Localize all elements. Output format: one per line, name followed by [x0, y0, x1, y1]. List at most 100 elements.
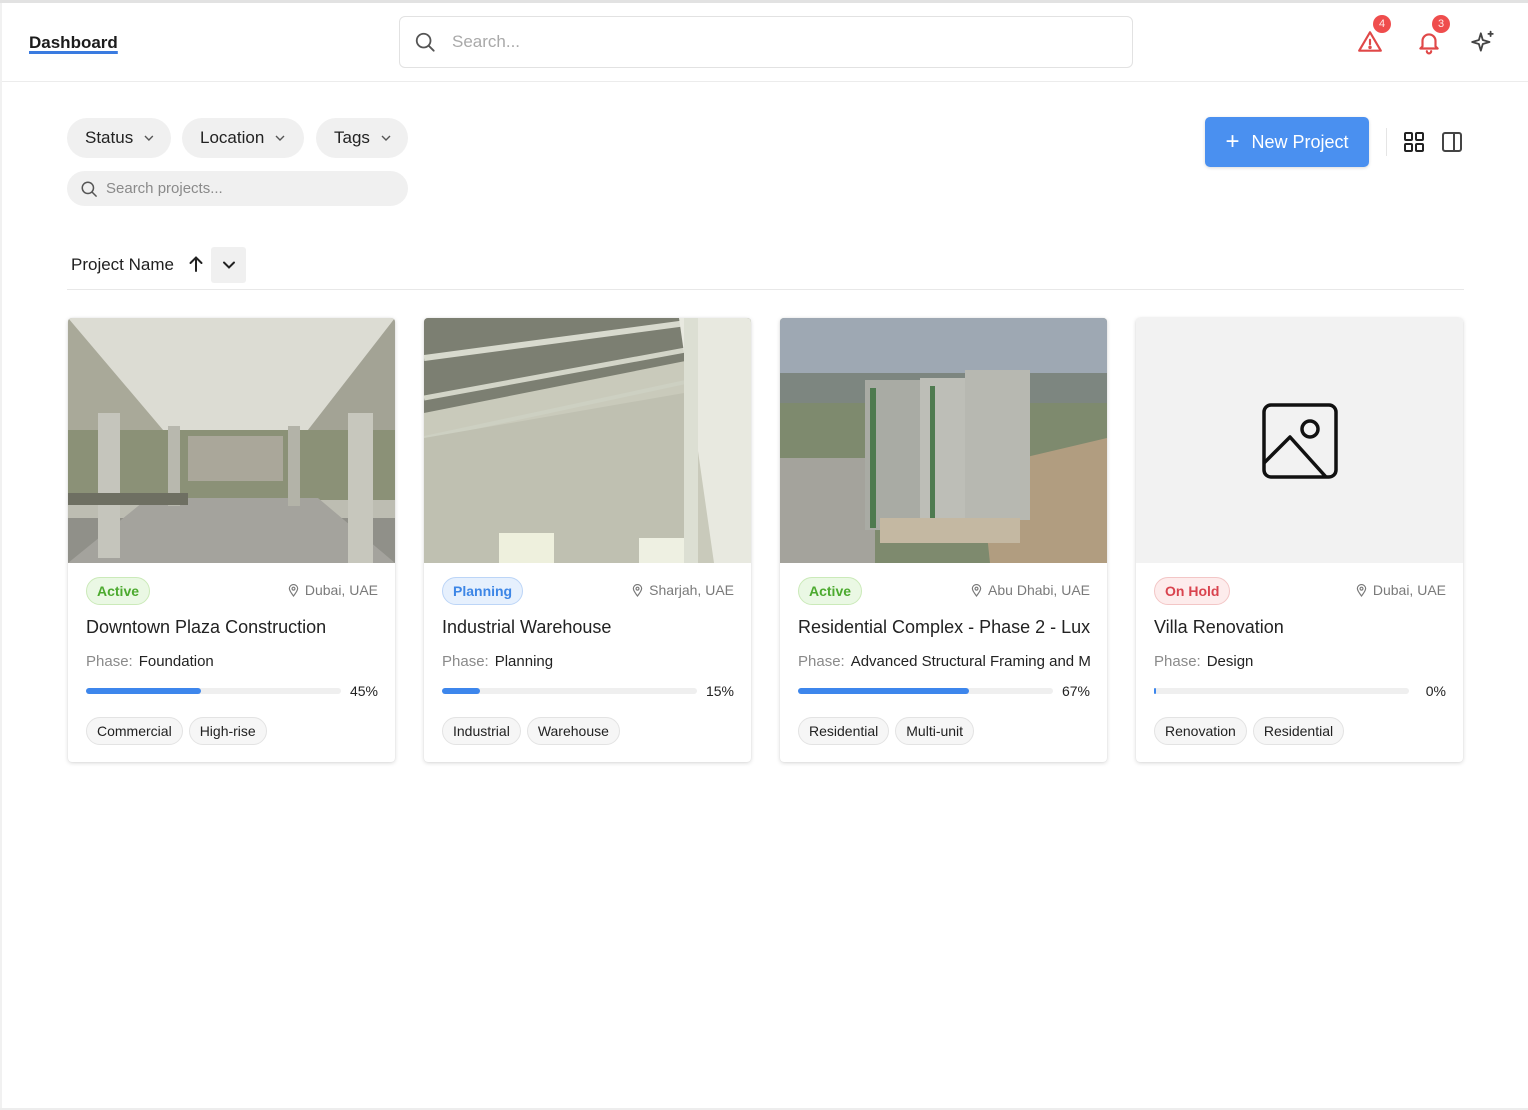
location-text: Dubai, UAE	[304, 582, 378, 598]
notifications-badge: 3	[1432, 15, 1450, 33]
status-badge: Active	[86, 577, 151, 605]
chevron-down-icon	[144, 135, 154, 141]
location-text: Sharjah, UAE	[649, 582, 734, 598]
project-phase: Phase: Foundation	[86, 653, 378, 670]
map-pin-icon	[288, 583, 299, 597]
map-pin-icon	[1356, 583, 1367, 597]
status-badge: On Hold	[1154, 577, 1231, 605]
bell-icon	[1419, 33, 1439, 55]
progress-bar	[442, 688, 697, 694]
phase-label: Phase:	[86, 653, 133, 670]
warning-icon	[1358, 31, 1382, 52]
tags-filter-label: Tags	[334, 128, 370, 147]
sort-field-label[interactable]: Project Name	[71, 255, 174, 275]
phase-value: Planning	[494, 653, 554, 670]
tag[interactable]: High-rise	[188, 717, 267, 745]
toolbar-divider	[1386, 128, 1387, 156]
progress-fill	[1154, 688, 1156, 694]
progress-percent: 0%	[1425, 683, 1446, 699]
tag[interactable]: Industrial	[442, 717, 521, 745]
global-search[interactable]	[399, 16, 1133, 68]
progress-percent: 15%	[705, 683, 734, 699]
tag[interactable]: Renovation	[1154, 717, 1247, 745]
project-phase: Phase: Advanced Structural Framing and ME…	[798, 653, 1090, 670]
progress-bar	[798, 688, 1053, 694]
chevron-down-icon	[381, 135, 391, 141]
location-text: Abu Dhabi, UAE	[988, 582, 1090, 598]
sort-divider	[67, 289, 1464, 290]
search-icon	[81, 181, 97, 197]
project-location: Dubai, UAE	[1356, 582, 1446, 598]
top-header: Dashboard 4 3	[2, 3, 1528, 82]
project-card[interactable]: Active Abu Dhabi, UAE Residential Comple…	[780, 318, 1107, 762]
status-filter-label: Status	[85, 128, 134, 147]
map-pin-icon	[971, 583, 982, 597]
tag[interactable]: Commercial	[86, 717, 183, 745]
split-panel-view-icon[interactable]	[1440, 130, 1464, 154]
project-card[interactable]: Planning Sharjah, UAE Industrial Warehou…	[424, 318, 751, 762]
grid-view-icon[interactable]	[1402, 130, 1426, 154]
progress-percent: 45%	[349, 683, 378, 699]
progress-fill	[86, 688, 201, 694]
project-phase: Phase: Planning	[442, 653, 734, 670]
chevron-down-icon	[222, 261, 235, 269]
arrow-up-icon[interactable]	[187, 255, 205, 273]
new-project-label: New Project	[1251, 131, 1349, 152]
project-name[interactable]: Residential Complex - Phase 2 - Luxury	[798, 617, 1090, 638]
progress-bar	[1154, 688, 1409, 694]
ai-assistant-button[interactable]	[1470, 29, 1496, 55]
project-location: Sharjah, UAE	[632, 582, 734, 598]
tag[interactable]: Warehouse	[526, 717, 620, 745]
tag-list: Residential Multi-unit	[798, 717, 975, 745]
left-border	[0, 3, 2, 1110]
tag[interactable]: Residential	[1252, 717, 1345, 745]
tag-list: Industrial Warehouse	[442, 717, 620, 745]
progress-fill	[798, 688, 969, 694]
project-search[interactable]	[67, 171, 408, 206]
location-filter[interactable]: Location	[182, 118, 304, 158]
chevron-down-icon	[275, 135, 285, 141]
global-search-input[interactable]	[452, 32, 1092, 52]
search-icon	[415, 32, 435, 52]
status-badge: Planning	[442, 577, 524, 605]
project-location: Abu Dhabi, UAE	[971, 582, 1090, 598]
phase-value: Advanced Structural Framing and MEP	[850, 653, 1090, 670]
project-image	[68, 318, 395, 563]
project-image	[780, 318, 1107, 563]
status-badge: Active	[798, 577, 863, 605]
phase-value: Foundation	[138, 653, 214, 670]
phase-label: Phase:	[1154, 653, 1201, 670]
project-image-placeholder	[1136, 318, 1463, 563]
dashboard-link[interactable]: Dashboard	[29, 33, 118, 53]
status-filter[interactable]: Status	[67, 118, 171, 158]
plus-icon: +	[1225, 128, 1240, 155]
alerts-button[interactable]: 4	[1357, 15, 1391, 55]
tags-filter[interactable]: Tags	[316, 118, 408, 158]
progress-bar	[86, 688, 341, 694]
tag[interactable]: Residential	[798, 717, 890, 745]
project-card[interactable]: On Hold Dubai, UAE Villa Renovation Phas…	[1136, 318, 1463, 762]
location-filter-label: Location	[200, 128, 265, 147]
progress-percent: 67%	[1061, 683, 1090, 699]
tag-list: Commercial High-rise	[86, 717, 267, 745]
sort-dropdown-button[interactable]	[211, 247, 246, 283]
sparkle-icon	[1471, 30, 1494, 52]
project-name[interactable]: Downtown Plaza Construction	[86, 617, 378, 638]
project-search-input[interactable]	[106, 180, 386, 197]
project-name[interactable]: Villa Renovation	[1154, 617, 1446, 638]
phase-label: Phase:	[442, 653, 489, 670]
alerts-badge: 4	[1373, 15, 1391, 33]
tag[interactable]: Multi-unit	[895, 717, 975, 745]
image-placeholder-icon	[1262, 403, 1338, 479]
map-pin-icon	[632, 583, 643, 597]
new-project-button[interactable]: + New Project	[1205, 117, 1369, 167]
tag-list: Renovation Residential	[1154, 717, 1345, 745]
project-name[interactable]: Industrial Warehouse	[442, 617, 734, 638]
project-location: Dubai, UAE	[288, 582, 378, 598]
project-phase: Phase: Design	[1154, 653, 1446, 670]
project-card[interactable]: Active Dubai, UAE Downtown Plaza Constru…	[68, 318, 395, 762]
phase-value: Design	[1206, 653, 1254, 670]
progress-fill	[442, 688, 481, 694]
notifications-button[interactable]: 3	[1416, 15, 1450, 55]
project-image	[424, 318, 751, 563]
